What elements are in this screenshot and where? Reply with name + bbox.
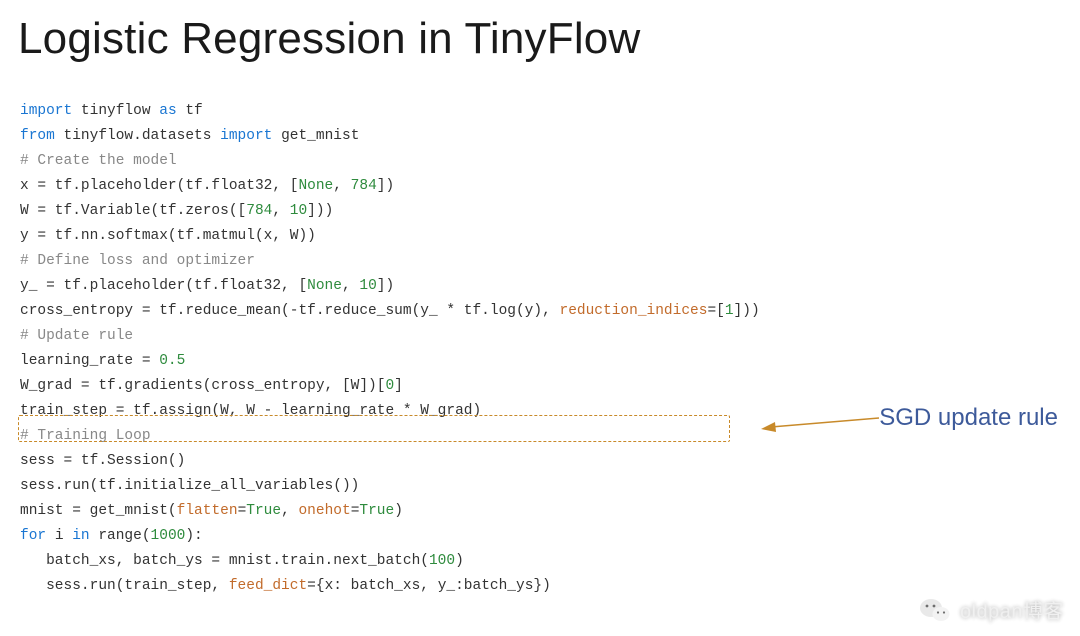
watermark-text: oldpan博客 [960,595,1064,624]
code-text: cross_entropy = tf.reduce_mean(-tf.reduc… [20,303,560,319]
code-text: y_ = tf.placeholder(tf.float32, [ [20,278,307,294]
number-literal: 0 [385,378,394,394]
code-text: , [342,278,359,294]
code-text: ) [394,503,403,519]
code-line: sess = tf.Session() [20,453,185,469]
code-line: import tinyflow as tf [20,103,203,119]
code-comment: # Update rule [20,328,133,344]
code-line: W = tf.Variable(tf.zeros([784, 10])) [20,203,333,219]
const-none: None [298,178,333,194]
watermark: oldpan博客 [920,595,1064,624]
kwarg-name: flatten [177,503,238,519]
code-text: = [238,503,247,519]
number-literal: 1 [725,303,734,319]
number-literal: 784 [351,178,377,194]
code-block: import tinyflow as tf from tinyflow.data… [0,74,1080,599]
code-text: , [281,503,298,519]
arrow-icon [761,404,879,432]
code-text: W_grad = tf.gradients(cross_entropy, [W]… [20,378,385,394]
code-line: learning_rate = 0.5 [20,353,185,369]
code-text: ] [394,378,403,394]
code-text: ]) [377,278,394,294]
code-line: x = tf.placeholder(tf.float32, [None, 78… [20,178,394,194]
code-comment: # Create the model [20,153,177,169]
kw-from: from [20,128,55,144]
import-name: get_mnist [281,128,359,144]
code-text: , [272,203,289,219]
kw-import: import [220,128,272,144]
code-line: batch_xs, batch_ys = mnist.train.next_ba… [20,553,464,569]
code-text: W = tf.Variable(tf.zeros([ [20,203,246,219]
code-text: range( [98,528,150,544]
number-literal: 100 [429,553,455,569]
code-line: y_ = tf.placeholder(tf.float32, [None, 1… [20,278,394,294]
module-name: tinyflow.datasets [64,128,212,144]
code-text: mnist = get_mnist( [20,503,177,519]
bool-literal: True [359,503,394,519]
code-line: sess.run(train_step, feed_dict={x: batch… [20,578,551,594]
code-text: , [333,178,350,194]
kwarg-name: onehot [298,503,350,519]
code-text: ])) [734,303,760,319]
code-line: for i in range(1000): [20,528,203,544]
code-text: ]) [377,178,394,194]
kw-for: for [20,528,46,544]
number-literal: 10 [359,278,376,294]
number-literal: 1000 [151,528,186,544]
kw-import: import [20,103,72,119]
number-literal: 784 [246,203,272,219]
kw-in: in [72,528,89,544]
kw-as: as [159,103,176,119]
code-text: x = tf.placeholder(tf.float32, [ [20,178,298,194]
slide-title: Logistic Regression in TinyFlow [0,0,1080,74]
code-line: W_grad = tf.gradients(cross_entropy, [W]… [20,378,403,394]
annotation-callout: SGD update rule [761,404,1058,432]
number-literal: 0.5 [159,353,185,369]
code-line: mnist = get_mnist(flatten=True, onehot=T… [20,503,403,519]
code-text: =[ [707,303,724,319]
code-text: batch_xs, batch_ys = mnist.train.next_ba… [20,553,429,569]
module-name: tinyflow [81,103,151,119]
number-literal: 10 [290,203,307,219]
code-text: ): [185,528,202,544]
code-text: learning_rate = [20,353,159,369]
code-line: cross_entropy = tf.reduce_mean(-tf.reduc… [20,303,760,319]
wechat-icon [920,597,950,623]
code-text: ) [455,553,464,569]
bool-literal: True [246,503,281,519]
kwarg-name: reduction_indices [560,303,708,319]
const-none: None [307,278,342,294]
code-text: ={x: batch_xs, y_:batch_ys}) [307,578,551,594]
code-line: sess.run(tf.initialize_all_variables()) [20,478,359,494]
code-text: ])) [307,203,333,219]
code-comment: # Training Loop [20,428,151,444]
code-line-highlighted: train_step = tf.assign(W, W - learning_r… [20,403,481,419]
alias-name: tf [185,103,202,119]
code-line: y = tf.nn.softmax(tf.matmul(x, W)) [20,228,316,244]
kwarg-name: feed_dict [229,578,307,594]
annotation-label: SGD update rule [879,404,1058,432]
code-comment: # Define loss and optimizer [20,253,255,269]
code-line: from tinyflow.datasets import get_mnist [20,128,359,144]
var-name: i [55,528,64,544]
code-text: sess.run(train_step, [20,578,229,594]
